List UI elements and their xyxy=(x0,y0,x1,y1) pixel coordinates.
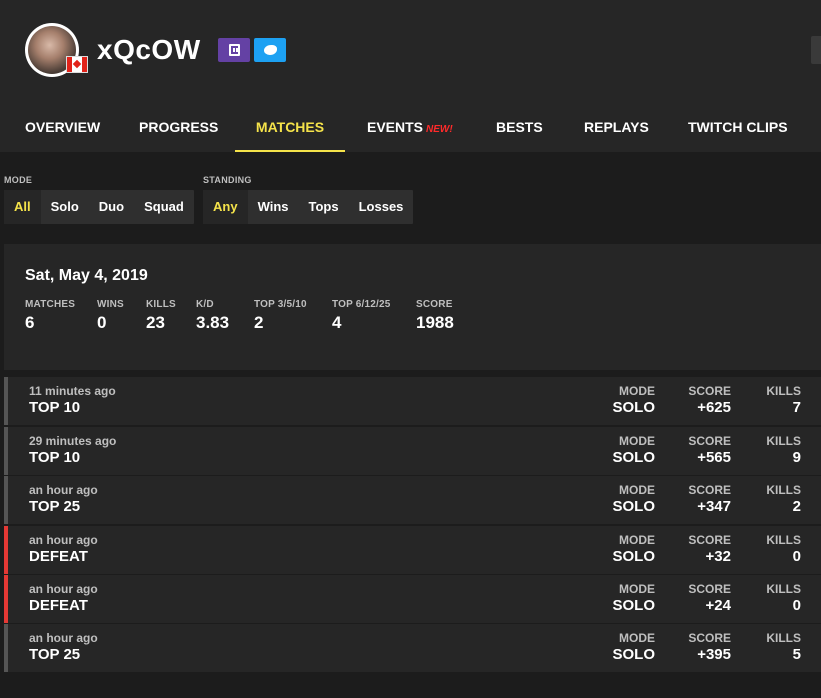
match-placement: TOP 10 xyxy=(29,449,81,466)
twitter-link-button[interactable] xyxy=(254,38,286,62)
profile-header: xQcOW OVERVIEW PROGRESS MATCHES EVENTS NE… xyxy=(0,0,821,152)
standing-wins-button[interactable]: Wins xyxy=(248,190,299,224)
match-row[interactable]: 29 minutes ago TOP 10 MODE SOLO SCORE +565… xyxy=(4,427,821,475)
stat-wins: WINS 0 xyxy=(97,299,124,332)
result-indicator xyxy=(4,526,8,574)
day-summary: Sat, May 4, 2019 MATCHES 6 WINS 0 KILLS 23 … xyxy=(4,244,821,370)
player-name: xQcOW xyxy=(97,34,201,65)
tab-progress[interactable]: PROGRESS xyxy=(139,104,218,150)
match-kills: KILLS 2 xyxy=(766,483,801,515)
tab-bests[interactable]: BESTS xyxy=(496,104,543,150)
standing-any-button[interactable]: Any xyxy=(203,190,248,224)
tab-replays[interactable]: REPLAYS xyxy=(584,104,649,150)
collapsed-side-button[interactable] xyxy=(811,36,821,64)
match-score: SCORE +565 xyxy=(688,434,731,466)
standing-filter-label: STANDING xyxy=(203,175,252,185)
match-placement: TOP 25 xyxy=(29,646,81,663)
match-row[interactable]: an hour ago DEFEAT MODE SOLO SCORE +32 KIL… xyxy=(4,526,821,574)
result-indicator xyxy=(4,427,8,475)
tab-matches[interactable]: MATCHES xyxy=(235,104,345,152)
match-time: 11 minutes ago xyxy=(29,384,116,398)
mode-duo-button[interactable]: Duo xyxy=(89,190,134,224)
tab-events[interactable]: EVENTS NEW! xyxy=(367,104,453,150)
canada-flag-icon xyxy=(66,56,88,73)
tab-overview[interactable]: OVERVIEW xyxy=(25,104,100,150)
match-time: an hour ago xyxy=(29,533,98,547)
stat-top-3-5-10: TOP 3/5/10 2 xyxy=(254,299,307,332)
result-indicator xyxy=(4,377,8,425)
match-mode: MODE SOLO xyxy=(612,434,655,466)
standing-losses-button[interactable]: Losses xyxy=(349,190,414,224)
result-indicator xyxy=(4,624,8,672)
match-row[interactable]: 11 minutes ago TOP 10 MODE SOLO SCORE +625… xyxy=(4,377,821,425)
summary-date: Sat, May 4, 2019 xyxy=(25,267,148,284)
mode-filter: All Solo Duo Squad xyxy=(4,190,194,224)
match-time: an hour ago xyxy=(29,631,98,645)
match-mode: MODE SOLO xyxy=(612,483,655,515)
match-placement: DEFEAT xyxy=(29,597,88,614)
mode-all-button[interactable]: All xyxy=(4,190,41,224)
stat-top-6-12-25: TOP 6/12/25 4 xyxy=(332,299,391,332)
twitch-link-button[interactable] xyxy=(218,38,250,62)
match-score: SCORE +625 xyxy=(688,384,731,416)
match-time: an hour ago xyxy=(29,483,98,497)
twitter-icon xyxy=(263,45,277,55)
match-mode: MODE SOLO xyxy=(612,631,655,663)
result-indicator xyxy=(4,476,8,524)
mode-squad-button[interactable]: Squad xyxy=(134,190,194,224)
match-kills: KILLS 7 xyxy=(766,384,801,416)
match-score: SCORE +395 xyxy=(688,631,731,663)
new-badge: NEW! xyxy=(426,124,453,135)
match-row[interactable]: an hour ago DEFEAT MODE SOLO SCORE +24 KIL… xyxy=(4,575,821,623)
match-score: SCORE +347 xyxy=(688,483,731,515)
tab-twitch-clips[interactable]: TWITCH CLIPS xyxy=(688,104,788,150)
match-kills: KILLS 0 xyxy=(766,582,801,614)
match-placement: TOP 25 xyxy=(29,498,81,515)
match-row[interactable]: an hour ago TOP 25 MODE SOLO SCORE +395 KI… xyxy=(4,624,821,672)
match-placement: DEFEAT xyxy=(29,548,88,565)
mode-filter-label: MODE xyxy=(4,175,33,185)
match-kills: KILLS 5 xyxy=(766,631,801,663)
stat-kills: KILLS 23 xyxy=(146,299,176,332)
match-kills: KILLS 9 xyxy=(766,434,801,466)
profile-tabs: OVERVIEW PROGRESS MATCHES EVENTS NEW! BES… xyxy=(0,104,821,152)
match-kills: KILLS 0 xyxy=(766,533,801,565)
stat-matches: MATCHES 6 xyxy=(25,299,76,332)
match-time: 29 minutes ago xyxy=(29,434,117,448)
match-mode: MODE SOLO xyxy=(612,582,655,614)
mode-solo-button[interactable]: Solo xyxy=(41,190,89,224)
match-placement: TOP 10 xyxy=(29,399,81,416)
standing-filter: Any Wins Tops Losses xyxy=(203,190,414,224)
standing-tops-button[interactable]: Tops xyxy=(299,190,349,224)
match-row[interactable]: an hour ago TOP 25 MODE SOLO SCORE +347 KI… xyxy=(4,476,821,524)
match-mode: MODE SOLO xyxy=(612,533,655,565)
match-time: an hour ago xyxy=(29,582,98,596)
stat-score: SCORE 1988 xyxy=(416,299,454,332)
match-score: SCORE +32 xyxy=(688,533,731,565)
stat-kd: K/D 3.83 xyxy=(196,299,230,332)
match-mode: MODE SOLO xyxy=(612,384,655,416)
result-indicator xyxy=(4,575,8,623)
twitch-icon xyxy=(228,44,240,56)
match-score: SCORE +24 xyxy=(688,582,731,614)
